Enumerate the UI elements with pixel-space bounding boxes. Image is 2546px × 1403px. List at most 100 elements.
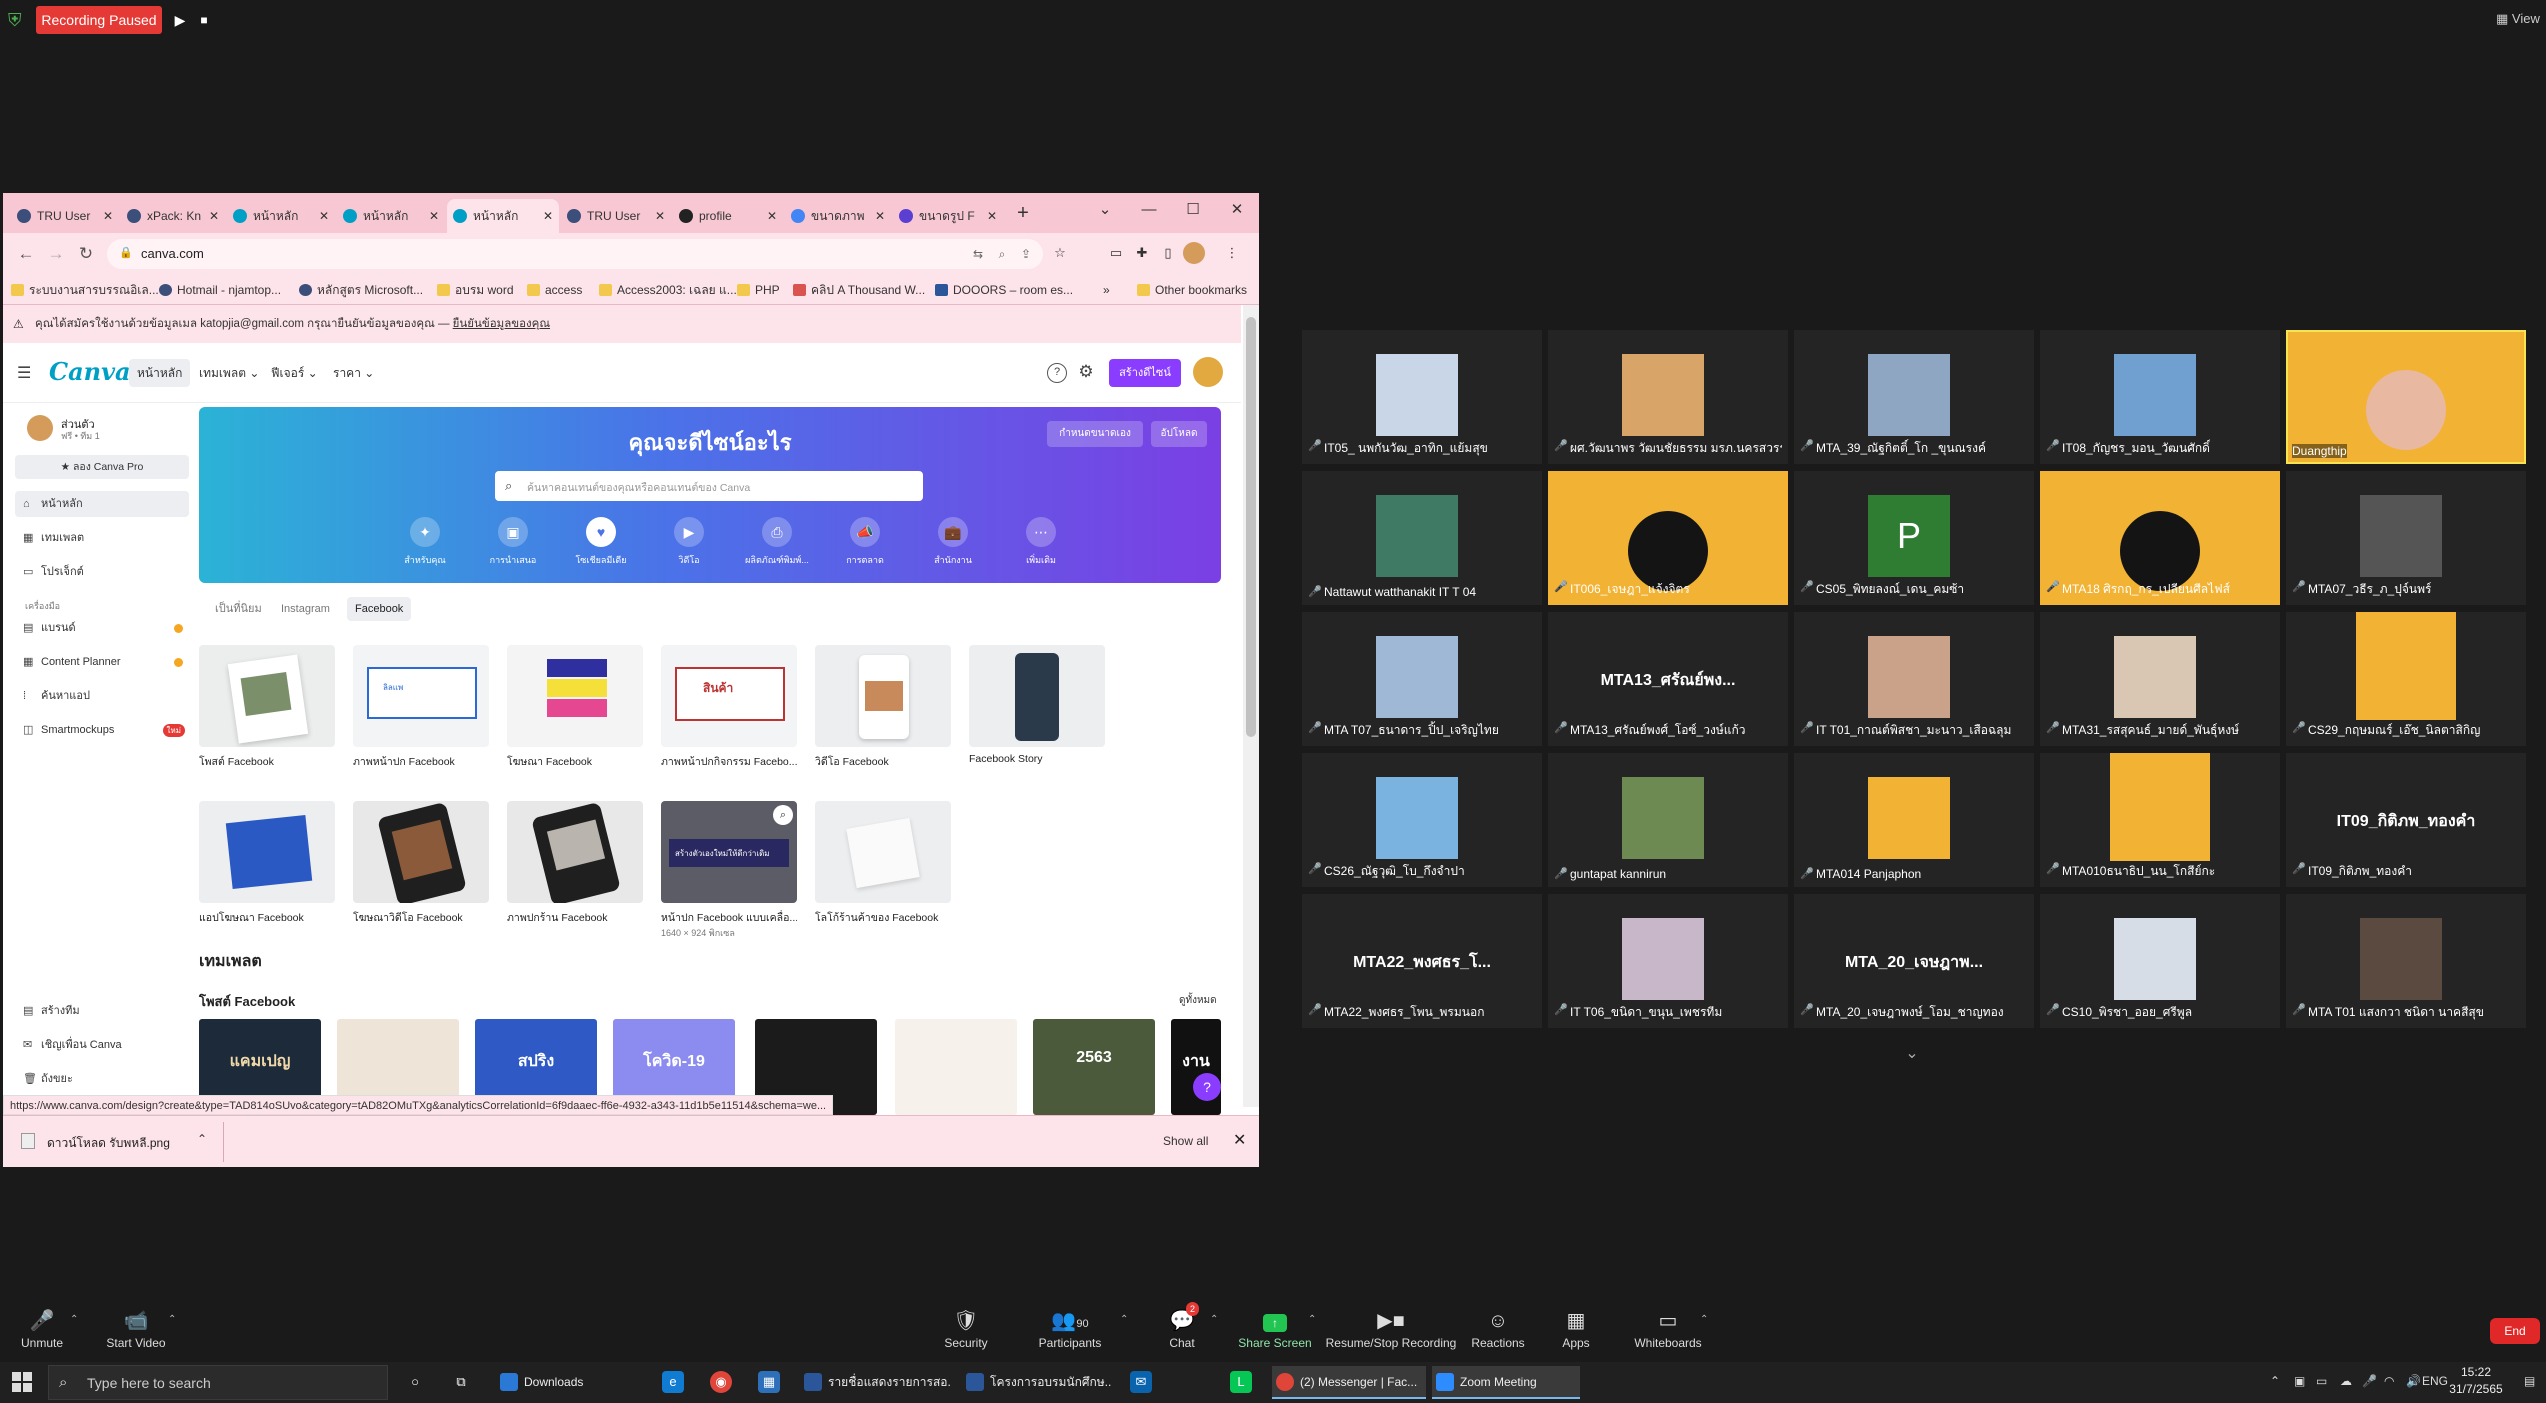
participant-tile[interactable]: 🎤 MTA010ธนาธิป_นน_โกสีย์กะ <box>2040 753 2280 887</box>
participant-tile[interactable]: 🎤 IT08_กัญชร_มอน_วัฒนศักดิ์ <box>2040 330 2280 464</box>
close-icon[interactable]: ✕ <box>319 199 329 233</box>
whiteboards-button[interactable]: ▭ Whiteboards <box>1628 1308 1708 1350</box>
design-type-tile[interactable]: โฆษณาวิดีโอ Facebook <box>353 801 489 926</box>
browser-tab[interactable]: ขนาดรูป F ✕ <box>893 199 1003 233</box>
show-all-button[interactable]: Show all <box>1163 1134 1208 1148</box>
template-card[interactable] <box>895 1019 1017 1115</box>
sidebar-icon[interactable]: ▯ <box>1157 242 1179 264</box>
microphone-icon[interactable]: 🎤 <box>2362 1374 2377 1388</box>
participant-tile[interactable]: MTA22_พงศธร_โ... 🎤 MTA22_พงศธร_โพน_พรมนอก <box>1302 894 1542 1028</box>
resume-recording-button[interactable]: ▶ <box>168 8 192 32</box>
page-scrollbar[interactable] <box>1243 305 1259 1107</box>
browser-tab[interactable]: TRU User ✕ <box>11 199 119 233</box>
participant-tile[interactable]: 🎤 IT T06_ขนิดา_ขนุน_เพชรทีม <box>1548 894 1788 1028</box>
bookmark-item[interactable]: คลิป A Thousand W... <box>793 275 933 305</box>
sidebar-item-apps[interactable]: ⁞ ค้นหาแอป <box>15 683 189 709</box>
tab-popular[interactable]: เป็นที่นิยม <box>207 597 270 621</box>
close-icon[interactable]: ✕ <box>875 199 885 233</box>
caret-up-icon[interactable]: ⌃ <box>168 1314 176 1325</box>
unmute-button[interactable]: 🎤 Unmute <box>12 1308 72 1350</box>
caret-up-icon[interactable]: ⌃ <box>1308 1314 1316 1325</box>
chevron-down-icon[interactable]: ⌄ <box>1900 1044 1924 1064</box>
bookmark-item[interactable]: อบรม word <box>437 275 517 305</box>
tab-instagram[interactable]: Instagram <box>273 597 338 621</box>
clock-time[interactable]: 15:22 <box>2446 1365 2506 1379</box>
chevron-up-icon[interactable]: ⌃ <box>197 1132 207 1146</box>
participant-tile[interactable]: 🎤 MTA T01 แสงกวา ชนิดา นาคสีสุข <box>2286 894 2526 1028</box>
category-social-media[interactable]: ♥ โซเชียลมีเดีย <box>561 517 641 567</box>
bookmarks-overflow-icon[interactable]: » <box>1103 275 1119 305</box>
reload-icon[interactable]: ↻ <box>73 241 99 267</box>
cortana-icon[interactable]: ○ <box>404 1371 426 1393</box>
participant-tile[interactable]: 🎤 IT05_ นพกันวัฒ_อาทิก_แย้มสุข <box>1302 330 1542 464</box>
participant-tile[interactable]: 🎤 MTA18 ศิรกฤ_กร_เปลียนศีลไฟส์ <box>2040 471 2280 605</box>
edge-icon[interactable]: e <box>662 1371 684 1393</box>
nav-home[interactable]: หน้าหลัก <box>129 359 191 387</box>
recording-button[interactable]: ▶■ Resume/Stop Recording <box>1324 1308 1458 1350</box>
bookmark-item[interactable]: Access2003: เฉลย แ... <box>599 275 737 305</box>
nav-pricing[interactable]: ราคา ⌄ <box>325 359 382 387</box>
participant-tile[interactable]: 🎤 MTA014 Panjaphon <box>1794 753 2034 887</box>
help-button[interactable]: ? <box>1193 1073 1221 1101</box>
help-icon[interactable]: ? <box>1047 363 1067 383</box>
see-all-link[interactable]: ดูทั้งหมด <box>1179 993 1217 1008</box>
maximize-icon[interactable]: ☐ <box>1171 197 1215 223</box>
tab-search-icon[interactable]: ⌄ <box>1083 197 1127 223</box>
taskbar-app-downloads[interactable]: Downloads <box>496 1366 646 1399</box>
stop-recording-button[interactable]: ■ <box>192 8 216 32</box>
share-screen-button[interactable]: ↑ Share Screen <box>1238 1308 1312 1350</box>
chevron-up-icon[interactable]: ⌃ <box>2270 1374 2280 1388</box>
participant-tile[interactable]: 🎤 MTA31_รสสุคนธ์_มายด์_พันธุ์หงษ์ <box>2040 612 2280 746</box>
category-print[interactable]: ⎙ ผลิตภัณฑ์พิมพ์... <box>737 517 817 567</box>
start-video-button[interactable]: 📹 Start Video <box>98 1308 174 1350</box>
wifi-icon[interactable]: ◠ <box>2384 1374 2394 1388</box>
browser-tab[interactable]: xPack: Kn ✕ <box>121 199 225 233</box>
sidebar-item-projects[interactable]: ▭ โปรเจ็กต์ <box>15 559 189 585</box>
participant-tile[interactable]: 🎤 IT006_เจษฎา_แจ้งจิตร <box>1548 471 1788 605</box>
design-type-tile[interactable]: Facebook Story <box>969 645 1105 765</box>
participant-tile[interactable]: P 🎤 CS05_พิทยลงณ์_เดน_คมซ้า <box>1794 471 2034 605</box>
view-button[interactable]: ▦ View <box>2496 8 2546 30</box>
design-search-input[interactable]: ⌕ ค้นหาคอนเทนต์ของคุณหรือคอนเทนต์ของ Can… <box>495 471 923 501</box>
sidebar-item-brand[interactable]: ▤ แบรนด์ <box>15 615 189 641</box>
participants-button[interactable]: 👥90 Participants <box>1030 1308 1110 1350</box>
cast-icon[interactable]: ▭ <box>1105 242 1127 264</box>
store-icon[interactable]: ▦ <box>758 1371 780 1393</box>
close-window-icon[interactable]: ✕ <box>1215 197 1259 223</box>
verify-link[interactable]: ยืนยันข้อมูลของคุณ <box>453 318 550 330</box>
caret-up-icon[interactable]: ⌃ <box>1210 1314 1218 1325</box>
caret-up-icon[interactable]: ⌃ <box>70 1314 78 1325</box>
participant-tile[interactable]: 🎤 CS26_ณัฐวุฒิ_โบ_กึงจำปา <box>1302 753 1542 887</box>
task-view-icon[interactable]: ⧉ <box>450 1371 472 1393</box>
browser-tab[interactable]: profile ✕ <box>673 199 783 233</box>
caret-up-icon[interactable]: ⌃ <box>1700 1314 1708 1325</box>
notification-icon[interactable]: ▤ <box>2524 1374 2535 1388</box>
security-button[interactable]: 🛡 Security <box>936 1308 996 1350</box>
download-file-name[interactable]: ดาวน์โหลด รับพหลี.png <box>47 1134 170 1153</box>
bookmark-item[interactable]: Hotmail - njamtop... <box>159 275 289 305</box>
tab-facebook[interactable]: Facebook <box>347 597 412 621</box>
design-type-tile[interactable]: ลิลแพ ภาพหน้าปก Facebook <box>353 645 489 770</box>
participant-tile[interactable]: 🎤 MTA07_วธีร_ภ_ปุจ์นพร์ <box>2286 471 2526 605</box>
try-pro-button[interactable]: ★ ลอง Canva Pro <box>15 455 189 479</box>
cloud-icon[interactable]: ☁ <box>2340 1374 2352 1388</box>
nav-templates[interactable]: เทมเพลต ⌄ <box>191 359 267 387</box>
close-icon[interactable]: ✕ <box>209 199 219 233</box>
apps-button[interactable]: ▦ Apps <box>1554 1308 1598 1350</box>
chat-button[interactable]: 💬 2 Chat <box>1160 1302 1204 1350</box>
bookmark-item[interactable]: ระบบงานสารบรรณอิเล... <box>11 275 159 305</box>
browser-tab[interactable]: ขนาดภาพ ✕ <box>785 199 891 233</box>
participant-tile[interactable]: 🎤 CS10_พิรชา_ออย_ศรีพูล <box>2040 894 2280 1028</box>
taskbar-search-input[interactable]: ⌕ Type here to search <box>48 1365 388 1400</box>
avatar[interactable] <box>1193 357 1223 387</box>
create-design-button[interactable]: สร้างดีไซน์ <box>1109 359 1181 387</box>
template-card[interactable]: 2563 <box>1033 1019 1155 1115</box>
design-type-tile[interactable]: สร้างตัวเองใหม่ให้ดีกว่าเดิม ⌕ หน้าปก Fac… <box>661 801 797 940</box>
design-type-tile[interactable]: แอปโฆษณา Facebook <box>199 801 335 926</box>
browser-tab[interactable]: หน้าหลัก ✕ <box>227 199 335 233</box>
taskbar-app-word-1[interactable]: รายชื่อแสดงรายการสอ... <box>800 1366 950 1399</box>
canva-logo[interactable]: Canva <box>49 357 131 386</box>
design-type-tile[interactable]: โฆษณา Facebook <box>507 645 643 770</box>
category-more[interactable]: ⋯ เพิ่มเติม <box>1001 517 1081 567</box>
sidebar-item-content-planner[interactable]: ▦ Content Planner <box>15 649 189 675</box>
